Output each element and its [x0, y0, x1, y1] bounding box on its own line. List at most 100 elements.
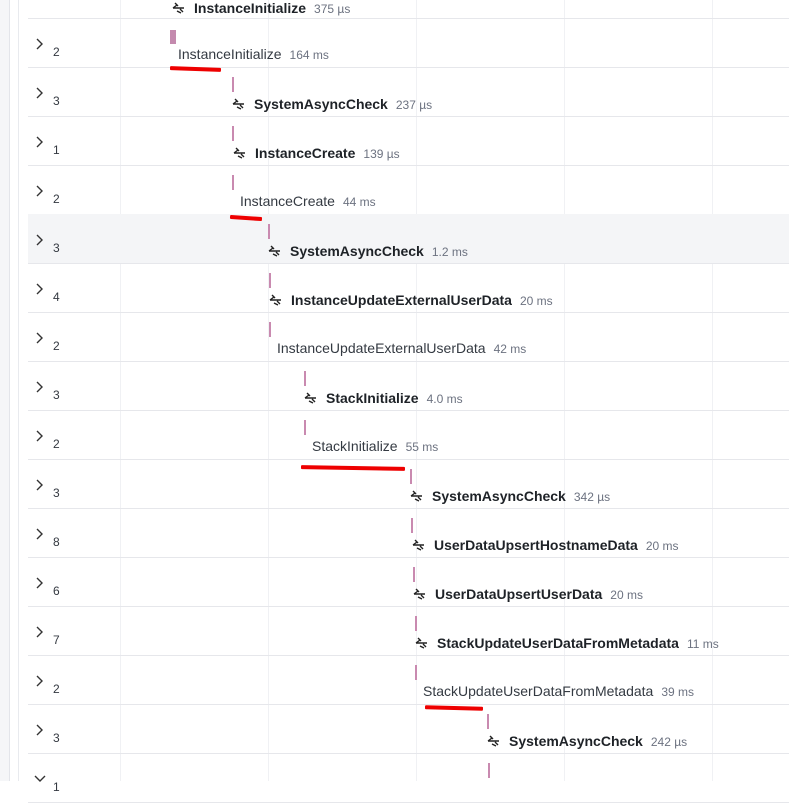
span-duration: 375 µs — [314, 2, 351, 16]
trace-row[interactable]: 3 SystemAsyncCheck 237 µs — [28, 67, 789, 117]
chevron-right-icon[interactable] — [34, 136, 45, 148]
async-call-icon — [268, 244, 282, 258]
span-duration: 342 µs — [573, 490, 611, 504]
span-label[interactable]: StackUpdateUserDataFromMetadata 11 ms — [415, 634, 719, 651]
chevron-down-icon[interactable] — [34, 773, 46, 784]
child-count: 2 — [53, 682, 60, 696]
child-count: 3 — [53, 388, 60, 402]
child-count: 2 — [53, 45, 60, 59]
chevron-right-icon[interactable] — [34, 38, 45, 50]
span-duration: 164 ms — [289, 48, 329, 62]
span-label[interactable]: InstanceCreate 44 ms — [240, 193, 376, 209]
span-label[interactable]: StackInitialize 4.0 ms — [304, 389, 463, 406]
span-label[interactable]: SystemAsyncCheck 342 µs — [410, 487, 610, 504]
trace-row[interactable]: 2 StackUpdateUserDataFromMetadata 39 ms — [28, 655, 789, 705]
span-name: SystemAsyncCheck — [509, 733, 643, 749]
span-name: SystemAsyncCheck — [290, 243, 424, 259]
left-gutter-divider — [18, 0, 19, 781]
span-marker — [268, 224, 270, 239]
span-marker — [232, 77, 234, 92]
span-duration: 42 ms — [493, 342, 527, 356]
chevron-right-icon[interactable] — [34, 185, 45, 197]
async-call-icon — [304, 391, 318, 405]
trace-row[interactable]: 6 UserDataUpsertUserData 20 ms — [28, 557, 789, 607]
span-label[interactable]: InstanceCreate 139 µs — [233, 144, 400, 161]
trace-row[interactable]: 1 InstanceCreate 139 µs — [28, 116, 789, 166]
span-name: UserDataUpsertUserData — [435, 586, 603, 602]
chevron-right-icon[interactable] — [34, 332, 45, 344]
span-label[interactable]: UserDataUpsertUserData 20 ms — [413, 585, 643, 602]
span-label[interactable]: StackInitialize 55 ms — [312, 438, 438, 454]
span-marker — [488, 763, 490, 778]
async-call-icon — [413, 587, 427, 601]
chevron-right-icon[interactable] — [34, 675, 45, 687]
async-call-icon — [233, 146, 247, 160]
chevron-right-icon[interactable] — [34, 528, 45, 540]
trace-row[interactable]: InstanceInitialize 375 µs — [28, 0, 789, 19]
span-duration: 11 ms — [686, 637, 719, 651]
chevron-right-icon[interactable] — [34, 479, 45, 491]
trace-row[interactable]: 3 SystemAsyncCheck 1.2 ms — [28, 214, 789, 264]
trace-row[interactable]: 2 StackInitialize 55 ms — [28, 410, 789, 460]
span-name: SystemAsyncCheck — [432, 488, 566, 504]
span-duration: 20 ms — [519, 294, 553, 308]
trace-row[interactable]: 8 UserDataUpsertHostnameData 20 ms — [28, 508, 789, 558]
span-name: StackInitialize — [312, 438, 398, 454]
child-count: 3 — [53, 241, 60, 255]
chevron-right-icon[interactable] — [34, 430, 45, 442]
span-label[interactable]: InstanceUpdateExternalUserData 20 ms — [269, 291, 553, 308]
span-name: InstanceCreate — [240, 193, 335, 209]
child-count: 6 — [53, 584, 60, 598]
chevron-right-icon[interactable] — [34, 234, 45, 246]
span-duration: 44 ms — [342, 195, 376, 209]
trace-row[interactable]: 1 — [28, 753, 789, 803]
span-label[interactable]: SystemAsyncCheck 237 µs — [232, 95, 432, 112]
async-call-icon — [487, 734, 501, 748]
chevron-right-icon[interactable] — [34, 381, 45, 393]
span-duration: 242 µs — [650, 735, 688, 749]
span-marker — [304, 420, 306, 435]
span-duration: 1.2 ms — [431, 245, 468, 259]
span-marker — [304, 371, 306, 386]
child-count: 1 — [53, 143, 60, 157]
async-call-icon — [412, 538, 426, 552]
span-label[interactable]: InstanceInitialize 164 ms — [178, 46, 329, 62]
span-label[interactable]: UserDataUpsertHostnameData 20 ms — [412, 536, 679, 553]
span-label[interactable]: SystemAsyncCheck 242 µs — [487, 732, 687, 749]
chevron-right-icon[interactable] — [34, 283, 45, 295]
span-duration: 139 µs — [363, 147, 400, 161]
child-count: 2 — [53, 192, 60, 206]
chevron-right-icon[interactable] — [34, 626, 45, 638]
span-label[interactable]: InstanceInitialize 375 µs — [172, 0, 350, 16]
span-marker — [232, 175, 234, 190]
span-marker — [410, 469, 412, 484]
child-count: 2 — [53, 437, 60, 451]
trace-row[interactable]: 2 InstanceUpdateExternalUserData 42 ms — [28, 312, 789, 362]
trace-row[interactable]: 3 SystemAsyncCheck 342 µs — [28, 459, 789, 509]
span-marker — [487, 714, 489, 729]
span-duration: 237 µs — [395, 98, 433, 112]
span-label[interactable]: InstanceUpdateExternalUserData 42 ms — [277, 340, 526, 356]
span-label[interactable]: StackUpdateUserDataFromMetadata 39 ms — [423, 683, 694, 699]
span-name: InstanceCreate — [255, 145, 356, 161]
trace-row[interactable]: 7 StackUpdateUserDataFromMetadata 11 ms — [28, 606, 789, 656]
trace-row[interactable]: 2 InstanceInitialize 164 ms — [28, 18, 789, 68]
span-name: UserDataUpsertHostnameData — [434, 537, 638, 553]
child-count: 7 — [53, 633, 60, 647]
span-duration: 39 ms — [661, 685, 695, 699]
span-marker — [415, 665, 417, 680]
trace-row[interactable]: 4 InstanceUpdateExternalUserData 20 ms — [28, 263, 789, 313]
chevron-right-icon[interactable] — [34, 87, 45, 99]
trace-row[interactable]: 2 InstanceCreate 44 ms — [28, 165, 789, 215]
span-name: InstanceUpdateExternalUserData — [291, 292, 512, 308]
span-marker — [170, 30, 176, 44]
async-call-icon — [232, 97, 246, 111]
span-marker — [413, 567, 415, 582]
async-call-icon — [269, 293, 283, 307]
span-label[interactable]: SystemAsyncCheck 1.2 ms — [268, 242, 468, 259]
trace-row[interactable]: 3 SystemAsyncCheck 242 µs — [28, 704, 789, 754]
chevron-right-icon[interactable] — [34, 724, 45, 736]
chevron-right-icon[interactable] — [34, 577, 45, 589]
trace-row[interactable]: 3 StackInitialize 4.0 ms — [28, 361, 789, 411]
span-marker — [269, 322, 271, 337]
